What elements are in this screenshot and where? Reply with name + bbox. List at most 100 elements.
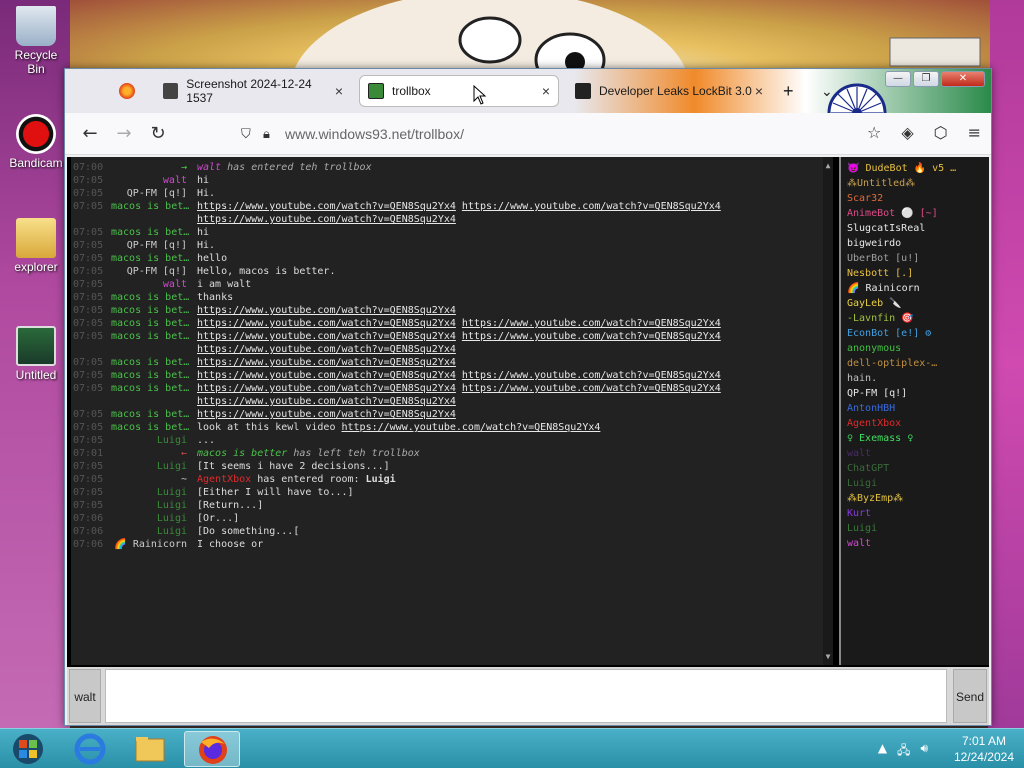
room-name[interactable]: Luigi: [366, 474, 396, 485]
message-nick[interactable]: ~: [111, 473, 197, 486]
message-nick[interactable]: Luigi: [111, 486, 197, 499]
message-nick[interactable]: macos is bet…: [111, 356, 197, 369]
message-input[interactable]: [105, 669, 947, 723]
tab-close-icon[interactable]: ×: [542, 83, 550, 99]
maximize-button[interactable]: ❐: [913, 71, 939, 87]
user-list-item[interactable]: bigweirdo: [847, 236, 989, 251]
volume-icon[interactable]: 🔊︎: [920, 741, 928, 762]
message-link[interactable]: https://www.youtube.com/watch?v=QEN8Squ2…: [197, 396, 456, 407]
message-nick[interactable]: macos is bet…: [111, 252, 197, 265]
back-button[interactable]: ←: [73, 123, 107, 144]
message-nick[interactable]: [111, 213, 197, 226]
message-nick[interactable]: macos is bet…: [111, 382, 197, 395]
message-nick[interactable]: walt: [111, 278, 197, 291]
user-list-item[interactable]: AgentXbox: [847, 416, 989, 431]
user-list-item[interactable]: Kurt: [847, 506, 989, 521]
message-link[interactable]: https://www.youtube.com/watch?v=QEN8Squ2…: [197, 383, 456, 394]
show-hidden-icons-icon[interactable]: ▲: [878, 741, 887, 762]
extensions-icon[interactable]: ⬡: [934, 123, 948, 142]
tab-firefox-view[interactable]: [111, 75, 151, 107]
user-list-item[interactable]: Luigi: [847, 521, 989, 536]
user-list[interactable]: 😈 DudeBot 🔥 v5 … ⁂Untitled⁂ Scar32 AnimeBot…: [839, 157, 989, 665]
bookmark-star-icon[interactable]: ☆: [867, 123, 881, 142]
user-list-item[interactable]: ChatGPT: [847, 461, 989, 476]
taskbar-internet-explorer[interactable]: [62, 731, 118, 767]
user-list-item[interactable]: ⁂ByzEmp⁂: [847, 491, 989, 506]
user-list-item[interactable]: walt: [847, 446, 989, 461]
message-link[interactable]: https://www.youtube.com/watch?v=QEN8Squ2…: [197, 214, 456, 225]
message-nick[interactable]: [111, 343, 197, 356]
message-link[interactable]: https://www.youtube.com/watch?v=QEN8Squ2…: [197, 370, 456, 381]
message-nick[interactable]: QP-FM [q!]: [111, 187, 197, 200]
user-list-item[interactable]: 😈 DudeBot 🔥 v5 …: [847, 161, 989, 176]
user-list-item[interactable]: Scar32: [847, 191, 989, 206]
taskbar-firefox[interactable]: [184, 731, 240, 767]
user-list-item[interactable]: -Lavnfin 🎯: [847, 311, 989, 326]
scroll-down-icon[interactable]: ▼: [823, 650, 833, 663]
message-nick[interactable]: macos is bet…: [111, 304, 197, 317]
message-link[interactable]: https://www.youtube.com/watch?v=QEN8Squ2…: [197, 357, 456, 368]
tab-screenshot[interactable]: Screenshot 2024-12-24 1537 ×: [155, 75, 351, 107]
send-button[interactable]: Send: [953, 669, 987, 723]
scroll-up-icon[interactable]: ▲: [823, 159, 833, 172]
user-list-item[interactable]: Nesbott [.]: [847, 266, 989, 281]
message-link[interactable]: https://www.youtube.com/watch?v=QEN8Squ2…: [462, 318, 721, 329]
message-link[interactable]: https://www.youtube.com/watch?v=QEN8Squ2…: [462, 201, 721, 212]
desktop-icon-recycle-bin[interactable]: Recycle Bin: [6, 6, 66, 76]
message-nick[interactable]: 🌈 Rainicorn: [111, 538, 197, 551]
message-nick[interactable]: Luigi: [111, 525, 197, 538]
user-list-item[interactable]: anonymous: [847, 341, 989, 356]
menu-icon[interactable]: ≡: [968, 123, 981, 142]
message-link[interactable]: https://www.youtube.com/watch?v=QEN8Squ2…: [197, 331, 456, 342]
network-icon[interactable]: 🖧︎: [897, 741, 910, 762]
forward-button[interactable]: →: [107, 123, 141, 144]
message-nick[interactable]: [111, 395, 197, 408]
chat-scrollbar[interactable]: ▲ ▼: [823, 157, 833, 665]
message-nick[interactable]: macos is bet…: [111, 330, 197, 343]
address-bar[interactable]: ⛉ 🔒︎ www.windows93.net/trollbox/: [241, 123, 761, 145]
close-window-button[interactable]: ✕: [941, 71, 985, 87]
user-list-item[interactable]: walt: [847, 536, 989, 551]
tab-close-icon[interactable]: ×: [335, 83, 343, 99]
event-nick[interactable]: AgentXbox: [197, 474, 257, 485]
message-nick[interactable]: Luigi: [111, 512, 197, 525]
desktop-icon-explorer[interactable]: explorer: [6, 218, 66, 274]
message-nick[interactable]: QP-FM [q!]: [111, 265, 197, 278]
tab-close-icon[interactable]: ×: [755, 83, 763, 99]
user-list-item[interactable]: ⁂Untitled⁂: [847, 176, 989, 191]
user-list-item[interactable]: AntonHBH: [847, 401, 989, 416]
tab-trollbox[interactable]: trollbox ×: [359, 75, 559, 107]
message-link[interactable]: https://www.youtube.com/watch?v=QEN8Squ2…: [197, 201, 456, 212]
message-nick[interactable]: ←: [111, 447, 197, 460]
nickname-button[interactable]: walt: [69, 669, 101, 723]
message-nick[interactable]: →: [111, 161, 197, 174]
desktop-icon-untitled[interactable]: Untitled: [6, 326, 66, 382]
reload-button[interactable]: ↻: [141, 123, 175, 144]
start-button[interactable]: [6, 733, 50, 765]
user-list-item[interactable]: ♀ Exemass ♀: [847, 431, 989, 446]
user-list-item[interactable]: AnimeBot ⚪ [~]: [847, 206, 989, 221]
user-list-item[interactable]: QP-FM [q!]: [847, 386, 989, 401]
message-link[interactable]: https://www.youtube.com/watch?v=QEN8Squ2…: [197, 409, 456, 420]
message-nick[interactable]: macos is bet…: [111, 226, 197, 239]
event-nick[interactable]: walt: [197, 162, 227, 173]
message-nick[interactable]: macos is bet…: [111, 369, 197, 382]
message-link[interactable]: https://www.youtube.com/watch?v=QEN8Squ2…: [342, 422, 601, 433]
message-nick[interactable]: Luigi: [111, 499, 197, 512]
event-nick[interactable]: macos is better: [197, 448, 293, 459]
user-list-item[interactable]: Luigi: [847, 476, 989, 491]
user-list-item[interactable]: EconBot [e!] ⚙: [847, 326, 989, 341]
message-nick[interactable]: QP-FM [q!]: [111, 239, 197, 252]
user-list-item[interactable]: SlugcatIsReal: [847, 221, 989, 236]
message-link[interactable]: https://www.youtube.com/watch?v=QEN8Squ2…: [462, 370, 721, 381]
message-nick[interactable]: macos is bet…: [111, 421, 197, 434]
message-nick[interactable]: macos is bet…: [111, 291, 197, 304]
message-link[interactable]: https://www.youtube.com/watch?v=QEN8Squ2…: [462, 383, 721, 394]
user-list-item[interactable]: GayLeb 🔪: [847, 296, 989, 311]
message-link[interactable]: https://www.youtube.com/watch?v=QEN8Squ2…: [462, 331, 721, 342]
message-link[interactable]: https://www.youtube.com/watch?v=QEN8Squ2…: [197, 344, 456, 355]
message-nick[interactable]: macos is bet…: [111, 317, 197, 330]
message-nick[interactable]: Luigi: [111, 460, 197, 473]
desktop-icon-bandicam[interactable]: Bandicam: [6, 114, 66, 170]
message-nick[interactable]: macos is bet…: [111, 200, 197, 213]
